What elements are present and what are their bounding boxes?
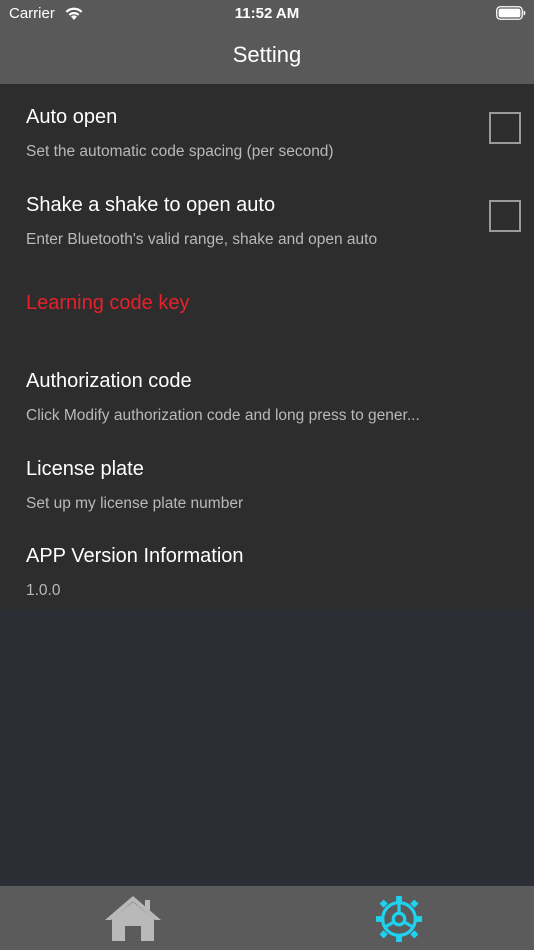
gear-icon: [375, 895, 423, 943]
setting-title: Auto open: [26, 106, 118, 128]
settings-screen: Carrier 11:52 AM Setting Auto open Set t…: [0, 0, 534, 950]
setting-row-auto-open[interactable]: Auto open Set the automatic code spacing…: [0, 84, 534, 172]
setting-row-shake-open[interactable]: Shake a shake to open auto Enter Bluetoo…: [0, 172, 534, 260]
setting-title: APP Version Information: [26, 545, 244, 567]
learning-code-key-link: Learning code key: [26, 292, 190, 314]
tab-home[interactable]: [0, 886, 267, 950]
setting-subtitle: Set up my license plate number: [26, 495, 244, 512]
setting-row-authorization-code[interactable]: Authorization code Click Modify authoriz…: [0, 350, 534, 438]
setting-title: Shake a shake to open auto: [26, 194, 276, 216]
status-bar: Carrier 11:52 AM: [0, 0, 534, 28]
setting-title: Authorization code: [26, 370, 192, 392]
status-time: 11:52 AM: [234, 5, 300, 22]
setting-row-app-version[interactable]: APP Version Information 1.0.0: [0, 526, 534, 610]
app-version-value: 1.0.0: [26, 582, 61, 599]
page-title: Setting: [232, 42, 302, 67]
tab-settings[interactable]: [267, 886, 534, 950]
setting-subtitle: Click Modify authorization code and long…: [26, 407, 420, 424]
setting-title: License plate: [26, 458, 144, 480]
settings-list: Auto open Set the automatic code spacing…: [0, 84, 534, 610]
setting-subtitle: Enter Bluetooth's valid range, shake and…: [26, 231, 378, 248]
setting-subtitle: Set the automatic code spacing (per seco…: [26, 143, 334, 160]
battery-icon: [496, 6, 526, 20]
setting-row-learning-code-key[interactable]: Learning code key: [0, 260, 534, 350]
shake-open-checkbox[interactable]: [489, 200, 521, 232]
setting-row-license-plate[interactable]: License plate Set up my license plate nu…: [0, 438, 534, 526]
home-icon: [105, 896, 161, 941]
auto-open-checkbox[interactable]: [489, 112, 521, 144]
tab-bar: [0, 886, 534, 950]
header: Carrier 11:52 AM Setting: [0, 0, 534, 84]
